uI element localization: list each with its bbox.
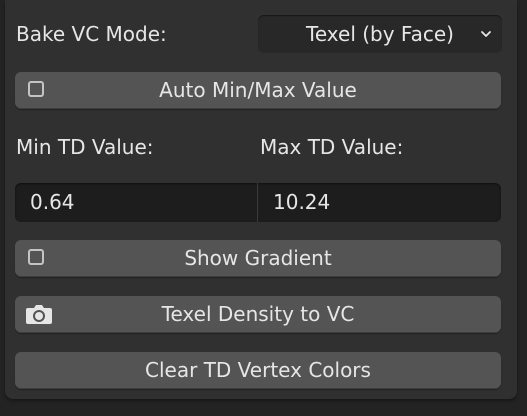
bake-vc-mode-value: Texel (by Face) — [306, 22, 454, 46]
show-gradient-label: Show Gradient — [184, 246, 332, 270]
bake-vc-mode-dropdown[interactable]: Texel (by Face) — [258, 15, 502, 53]
auto-minmax-toggle[interactable]: Auto Min/Max Value — [15, 72, 501, 109]
chevron-down-icon — [481, 31, 491, 37]
texel-density-to-vc-label: Texel Density to VC — [161, 302, 355, 326]
show-gradient-checkbox[interactable] — [28, 249, 44, 265]
clear-td-vertex-colors-button[interactable]: Clear TD Vertex Colors — [15, 352, 501, 389]
min-td-input[interactable]: 0.64 — [15, 183, 257, 222]
td-value-fields: 0.64 10.24 — [15, 183, 501, 222]
camera-icon — [26, 305, 52, 324]
max-td-label: Max TD Value: — [260, 135, 404, 159]
texel-density-to-vc-button[interactable]: Texel Density to VC — [15, 296, 501, 333]
bake-vc-mode-label: Bake VC Mode: — [16, 22, 167, 46]
clear-td-vertex-colors-label: Clear TD Vertex Colors — [145, 358, 371, 382]
auto-minmax-label: Auto Min/Max Value — [159, 78, 357, 102]
auto-minmax-checkbox[interactable] — [28, 81, 44, 97]
min-td-label: Min TD Value: — [16, 135, 154, 159]
texel-density-panel: Bake VC Mode: Texel (by Face) Auto Min/M… — [5, 0, 517, 399]
max-td-input[interactable]: 10.24 — [257, 183, 501, 222]
show-gradient-toggle[interactable]: Show Gradient — [15, 240, 501, 277]
